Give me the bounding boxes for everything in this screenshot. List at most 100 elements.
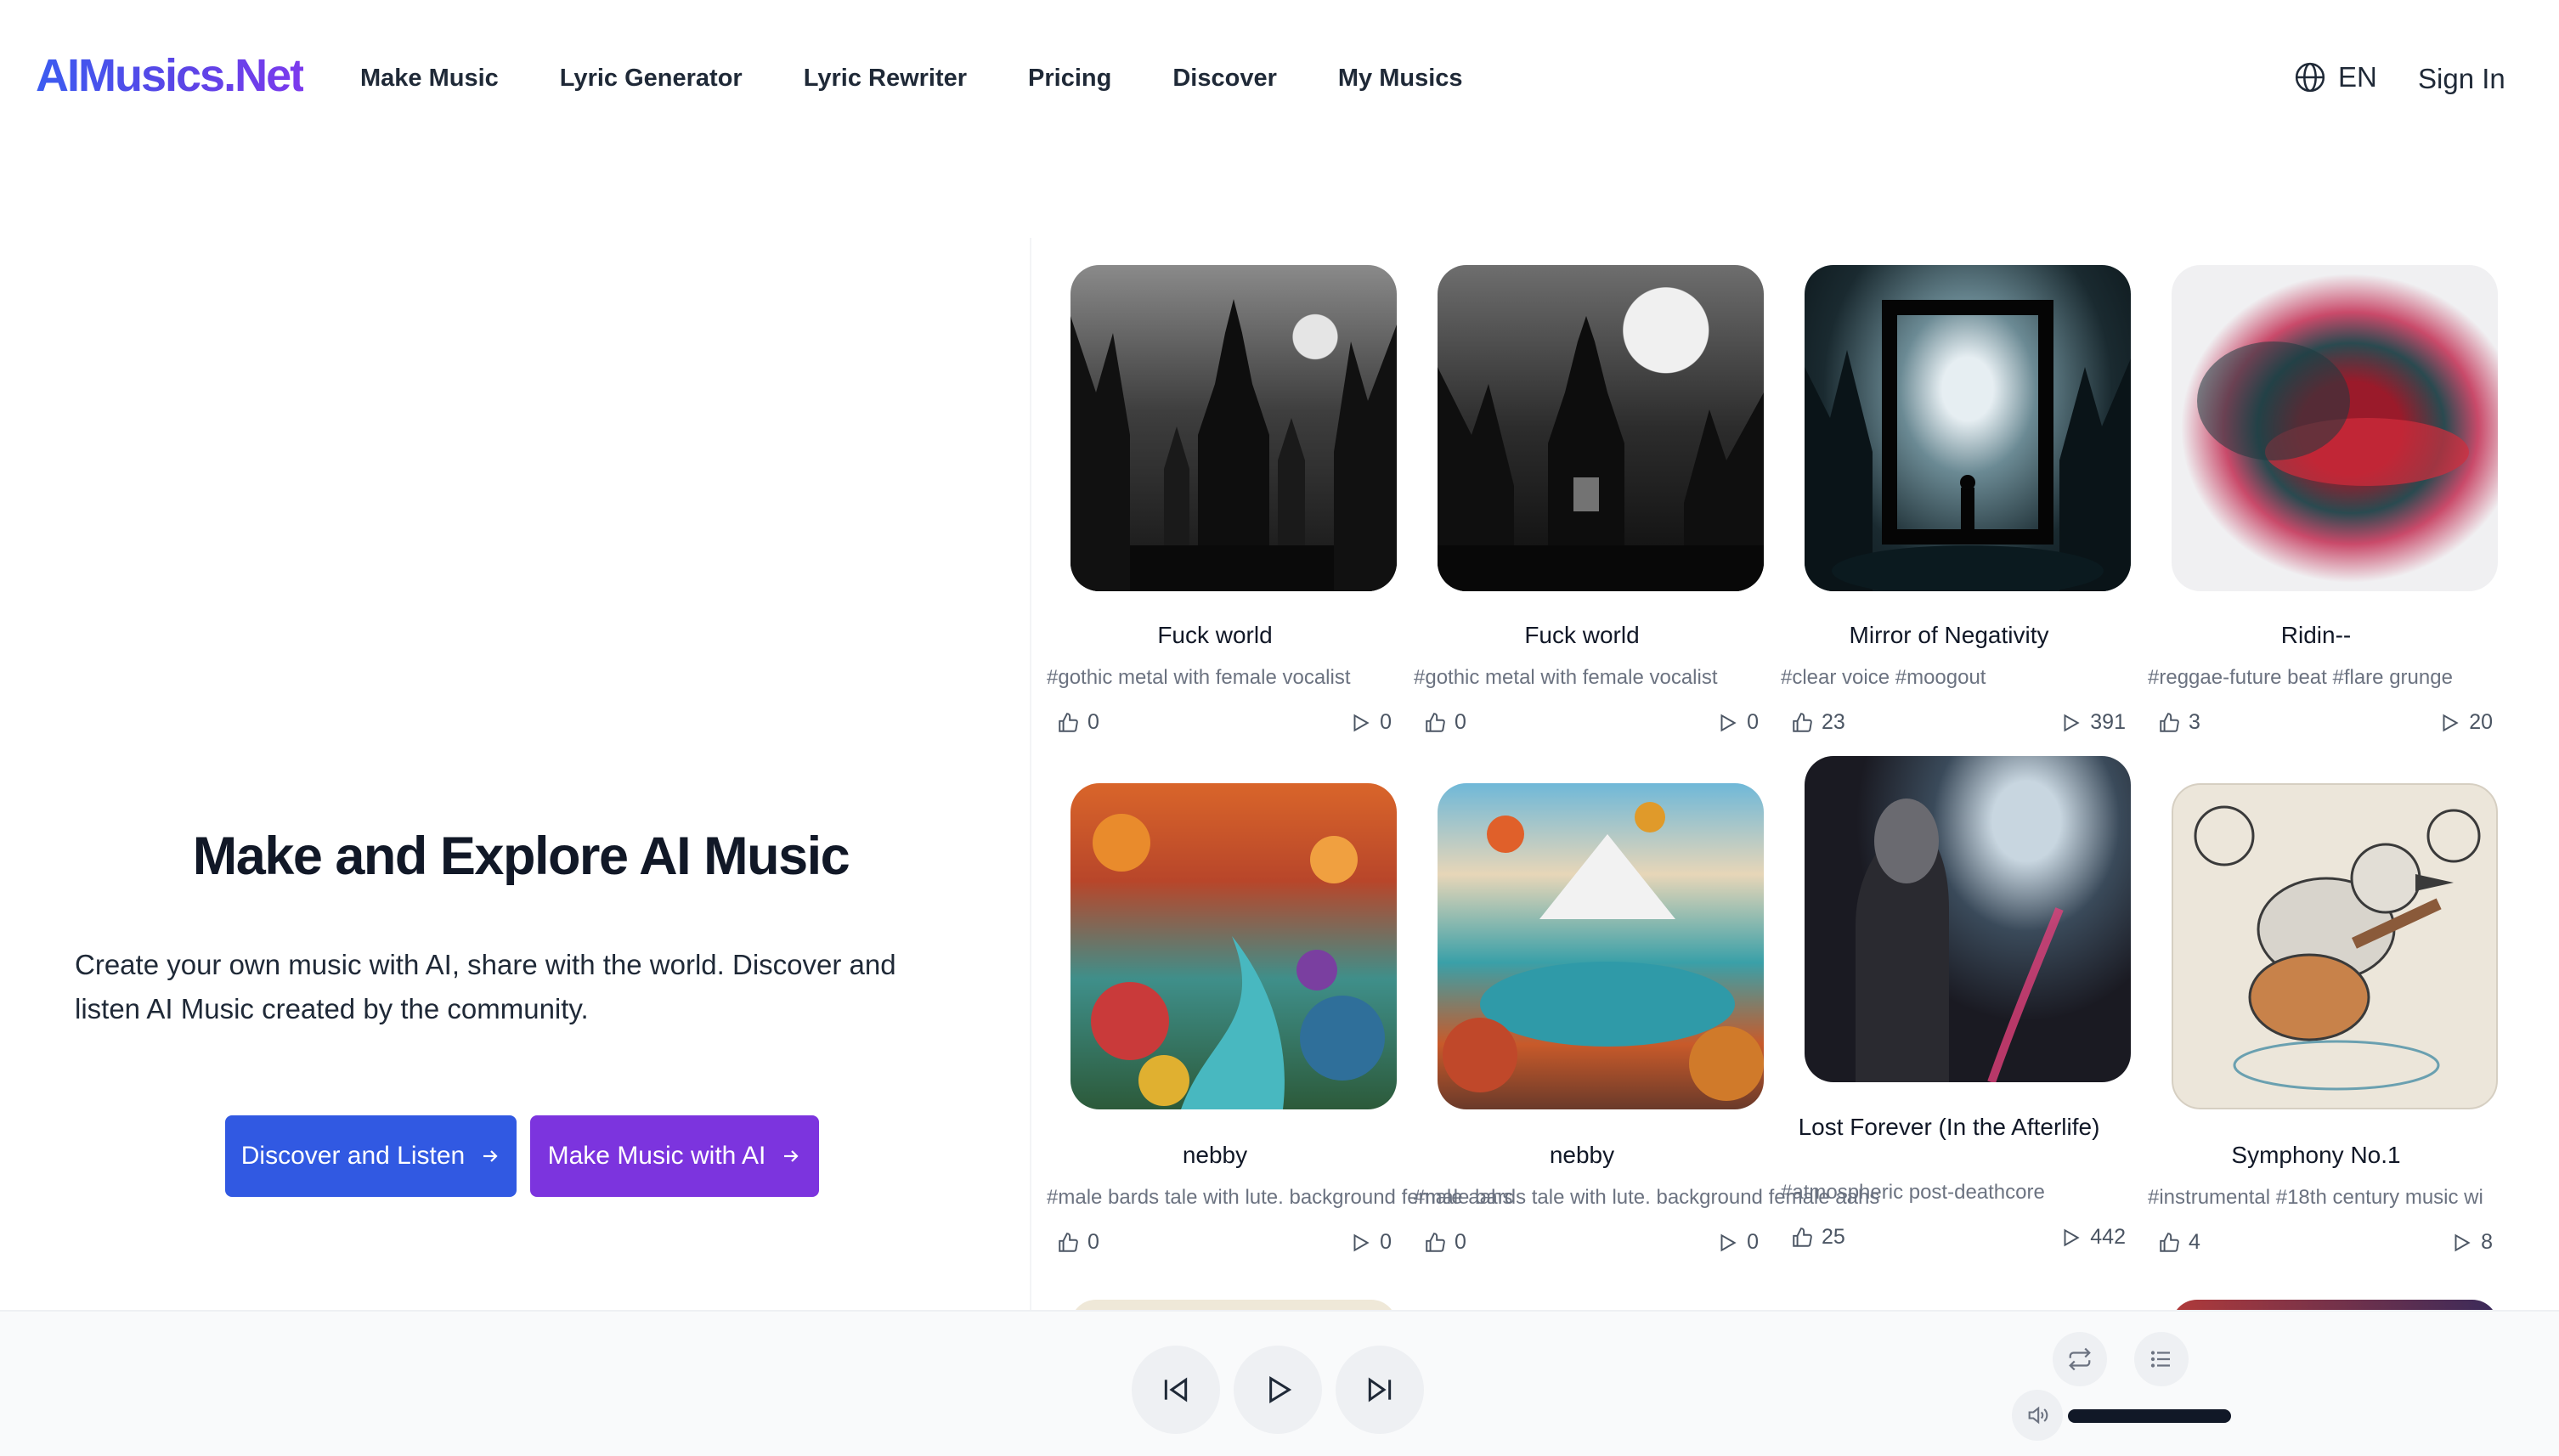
play-count[interactable]: 20: [2438, 710, 2493, 735]
arrow-right-icon: [483, 1150, 498, 1162]
play-icon: [1353, 714, 1370, 731]
song-tags[interactable]: #male bards tale with lute. background f…: [1047, 1186, 1512, 1210]
song-card[interactable]: nebby #male bards tale with lute. backgr…: [1398, 756, 1879, 1283]
song-cover[interactable]: [1070, 783, 1397, 1109]
discover-button-label: Discover and Listen: [240, 1142, 466, 1170]
like-button[interactable]: 4: [2158, 1230, 2200, 1255]
nav-lyric-generator[interactable]: Lyric Generator: [560, 65, 743, 93]
thumbs-up-icon: [2160, 712, 2179, 732]
play-icon: [2064, 714, 2080, 731]
song-title[interactable]: Fuck world: [1031, 624, 1398, 647]
like-button[interactable]: 0: [1057, 1230, 1099, 1255]
thumbs-up-icon: [1059, 712, 1078, 732]
song-cover[interactable]: [1438, 265, 1764, 591]
song-tags[interactable]: #male bards tale with lute. background f…: [1414, 1186, 1879, 1210]
like-count: 0: [1087, 1230, 1099, 1254]
like-button[interactable]: 23: [1791, 710, 1845, 735]
nav-my-musics[interactable]: My Musics: [1338, 65, 1463, 93]
song-cover[interactable]: [1805, 756, 2131, 1082]
hero-description: Create your own music with AI, share wit…: [75, 949, 896, 1024]
play-count[interactable]: 8: [2450, 1230, 2493, 1255]
song-title[interactable]: Fuck world: [1398, 624, 1765, 647]
like-count: 3: [2189, 710, 2200, 734]
audio-player: [0, 1310, 2559, 1456]
song-title[interactable]: Lost Forever (In the Afterlife): [1765, 1115, 2132, 1140]
language-switcher[interactable]: EN: [2294, 61, 2377, 93]
song-title[interactable]: nebby: [1031, 1143, 1398, 1167]
song-card[interactable]: Mirror of Negativity #clear voice #moogo…: [1765, 238, 2132, 748]
song-card[interactable]: Symphony No.1 #instrumental #18th centur…: [2132, 756, 2500, 1283]
play-count[interactable]: 442: [2059, 1225, 2126, 1250]
hero-title: Make and Explore AI Music: [192, 827, 850, 886]
song-title[interactable]: nebby: [1398, 1143, 1765, 1167]
song-tags[interactable]: #gothic metal with female vocalist: [1414, 666, 1788, 690]
like-button[interactable]: 0: [1057, 710, 1099, 735]
playlist-button[interactable]: [2134, 1332, 2189, 1386]
nav-make-music[interactable]: Make Music: [360, 65, 499, 93]
globe-icon: [2295, 62, 2325, 93]
play-count-value: 0: [1380, 1230, 1392, 1254]
like-button[interactable]: 25: [1791, 1225, 1845, 1250]
play-count[interactable]: 0: [1349, 1230, 1392, 1255]
previous-button[interactable]: [1132, 1346, 1220, 1434]
like-count: 0: [1455, 1230, 1466, 1254]
song-card[interactable]: Fuck world #gothic metal with female voc…: [1031, 238, 1398, 748]
song-card[interactable]: Fuck world #gothic metal with female voc…: [1398, 238, 1765, 748]
play-icon: [2454, 1233, 2471, 1251]
song-title[interactable]: Symphony No.1: [2132, 1143, 2500, 1167]
like-count: 0: [1455, 710, 1466, 734]
play-icon: [1720, 1233, 1737, 1251]
play-count[interactable]: 0: [1716, 710, 1759, 735]
song-tags[interactable]: #reggae-future beat #flare grunge: [2148, 666, 2522, 690]
play-icon: [1720, 714, 1737, 731]
thumbs-up-icon: [1426, 1232, 1445, 1252]
song-card[interactable]: Lost Forever (In the Afterlife) #atmosph…: [1765, 756, 2132, 1283]
song-cover[interactable]: [1438, 783, 1764, 1109]
song-grid: Fuck world #gothic metal with female voc…: [1030, 238, 2544, 1310]
discover-and-listen-button[interactable]: Discover and Listen: [225, 1115, 517, 1197]
play-count-value: 8: [2481, 1230, 2493, 1254]
song-tags[interactable]: #instrumental #18th century music wi: [2148, 1186, 2522, 1210]
song-title[interactable]: Ridin--: [2132, 624, 2500, 647]
sign-in-link[interactable]: Sign In: [2418, 63, 2505, 95]
play-count-value: 0: [1380, 710, 1392, 734]
volume-button[interactable]: [2012, 1390, 2063, 1441]
repeat-icon: [2069, 1347, 2091, 1371]
thumbs-up-icon: [1059, 1232, 1078, 1252]
main-nav: Make Music Lyric Generator Lyric Rewrite…: [360, 65, 1463, 93]
like-button[interactable]: 0: [1424, 1230, 1466, 1255]
thumbs-up-icon: [1426, 712, 1445, 732]
nav-lyric-rewriter[interactable]: Lyric Rewriter: [804, 65, 967, 93]
song-card[interactable]: Ridin-- #reggae-future beat #flare grung…: [2132, 238, 2500, 748]
song-card[interactable]: nebby #male bards tale with lute. backgr…: [1031, 756, 1512, 1283]
play-icon: [2064, 1228, 2080, 1246]
play-count[interactable]: 0: [1349, 710, 1392, 735]
song-cover[interactable]: [2172, 265, 2498, 591]
song-cover[interactable]: [1070, 265, 1397, 591]
song-cover[interactable]: [2172, 783, 2498, 1109]
play-button[interactable]: [1234, 1346, 1322, 1434]
play-icon: [1269, 1375, 1292, 1404]
list-icon: [2150, 1351, 2170, 1368]
next-button[interactable]: [1336, 1346, 1424, 1434]
repeat-button[interactable]: [2053, 1332, 2107, 1386]
like-button[interactable]: 3: [2158, 710, 2200, 735]
site-logo[interactable]: AIMusics.Net: [36, 49, 305, 102]
play-count[interactable]: 391: [2059, 710, 2126, 735]
like-button[interactable]: 0: [1424, 710, 1466, 735]
nav-discover[interactable]: Discover: [1172, 65, 1277, 93]
song-title[interactable]: Mirror of Negativity: [1765, 624, 2132, 647]
song-cover[interactable]: [1805, 265, 2131, 591]
song-tags[interactable]: #gothic metal with female vocalist: [1047, 666, 1421, 690]
song-tags[interactable]: #atmospheric post-deathcore: [1781, 1181, 2155, 1205]
make-music-with-ai-button[interactable]: Make Music with AI: [530, 1115, 819, 1197]
song-tags[interactable]: #clear voice #moogout: [1781, 666, 2155, 690]
volume-icon: [2028, 1406, 2048, 1425]
play-count-value: 0: [1747, 710, 1759, 734]
nav-pricing[interactable]: Pricing: [1028, 65, 1111, 93]
play-count-value: 442: [2090, 1225, 2126, 1249]
play-count-value: 391: [2090, 710, 2126, 734]
volume-slider[interactable]: [2068, 1409, 2231, 1423]
play-icon: [1353, 1233, 1370, 1251]
play-count[interactable]: 0: [1716, 1230, 1759, 1255]
